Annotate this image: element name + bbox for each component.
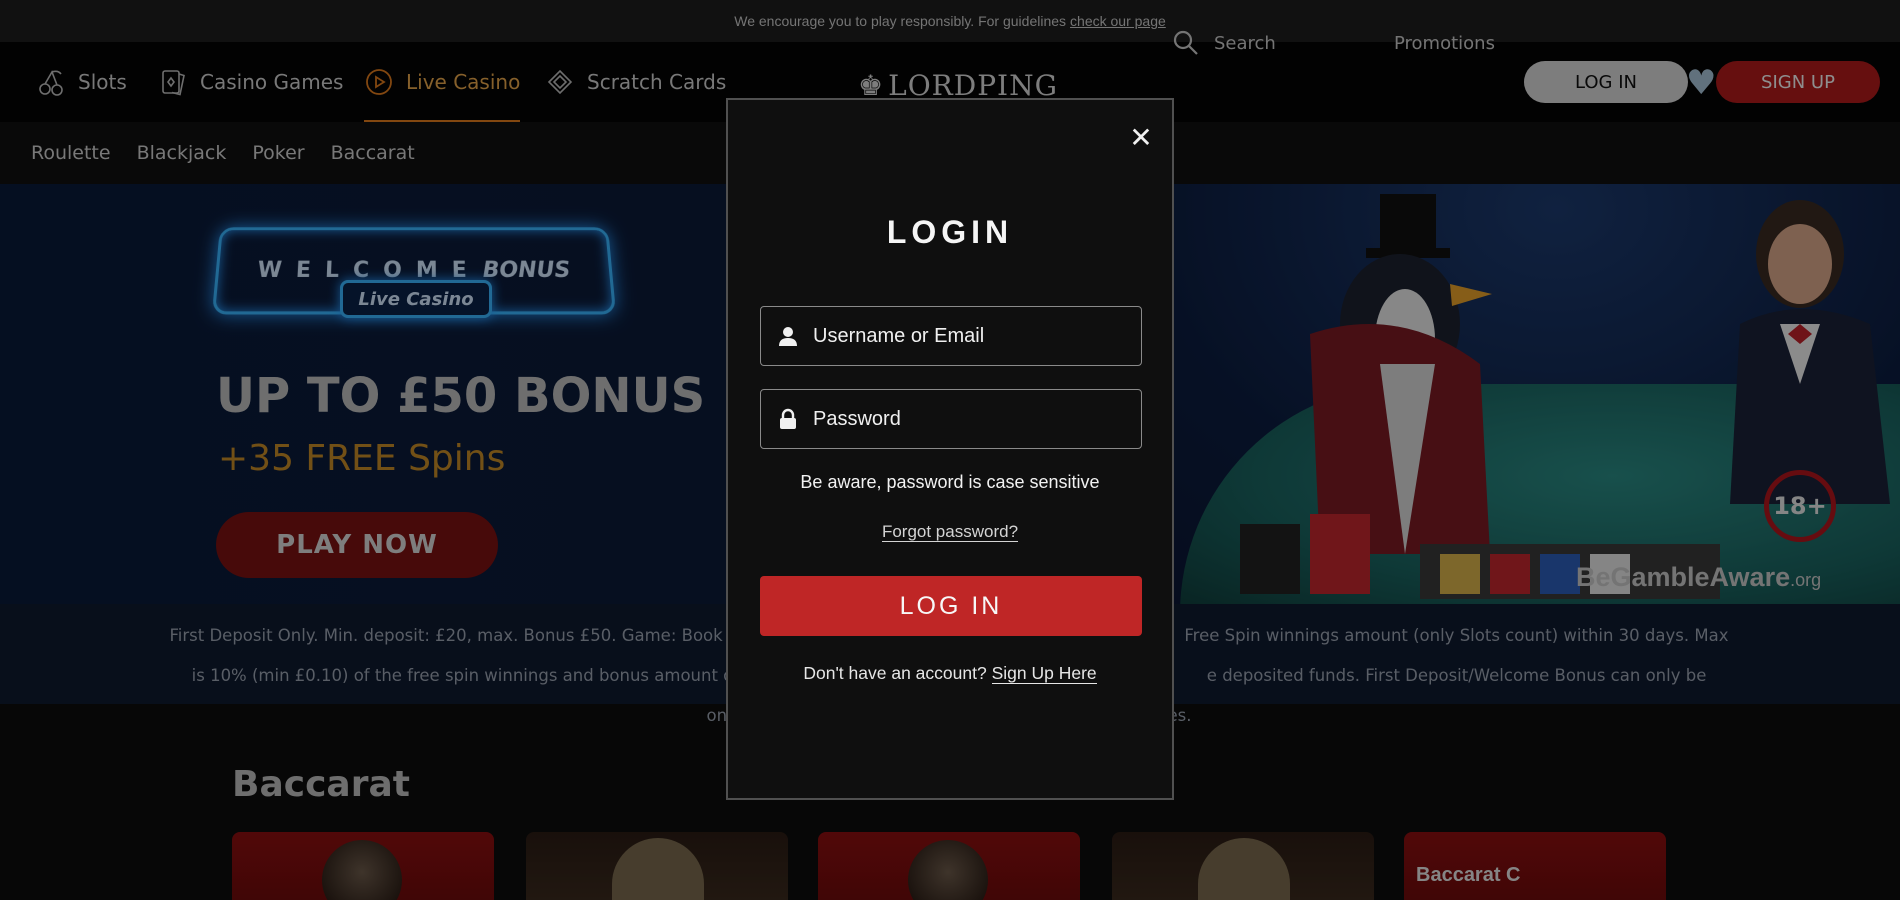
login-submit-button[interactable]: LOG IN [760, 576, 1142, 636]
user-icon [779, 327, 797, 346]
password-input[interactable] [813, 407, 1133, 431]
signup-link[interactable]: Sign Up Here [991, 663, 1097, 684]
forgot-password-link[interactable]: Forgot password? [881, 522, 1019, 542]
lock-icon [780, 408, 796, 429]
no-account-text: Don't have an account? [803, 663, 987, 683]
signup-prompt: Don't have an account? Sign Up Here [728, 663, 1172, 684]
case-sensitive-notice: Be aware, password is case sensitive [800, 472, 1100, 492]
username-field[interactable] [760, 306, 1142, 366]
login-modal: ✕ LOGIN Be aware, password is case sensi… [726, 98, 1174, 800]
close-icon[interactable]: ✕ [1126, 121, 1156, 154]
forgot-password-row: Forgot password? [728, 522, 1172, 542]
username-input[interactable] [813, 324, 1133, 348]
password-field[interactable] [760, 389, 1142, 449]
modal-title: LOGIN [886, 214, 1014, 250]
